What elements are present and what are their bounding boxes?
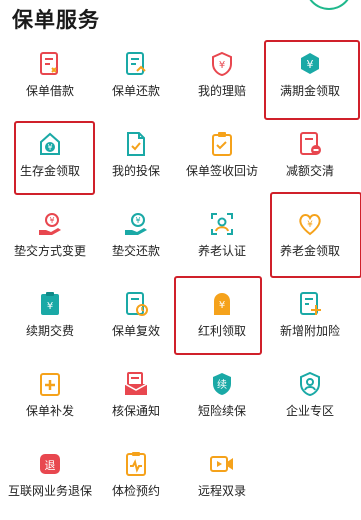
service-label: 核保通知 [111,404,160,418]
service-label: 垫交方式变更 [13,244,86,258]
service-dividend[interactable]: ¥ 红利领取 [178,280,266,360]
service-medical-exam[interactable]: 体检预约 [92,440,180,520]
reduced-paidup-icon [296,130,324,158]
svg-text:¥: ¥ [219,60,225,71]
add-rider-icon [296,290,324,318]
renewal-payment-icon: ¥ [36,290,64,318]
service-label: 互联网业务退保 [8,484,93,498]
svg-text:¥: ¥ [307,220,313,230]
service-label: 养老金领取 [279,244,340,258]
service-label: 续期交费 [25,324,74,338]
service-label: 养老认证 [197,244,246,258]
my-claims-icon: ¥ [208,50,236,78]
svg-text:续: 续 [217,378,227,391]
survival-benefit-icon: ¥ [36,130,64,158]
service-label: 我的理赔 [197,84,246,98]
service-label: 企业专区 [285,404,334,418]
internet-surrender-icon: 退 [36,450,64,478]
service-pension-auth[interactable]: 养老认证 [178,200,266,280]
service-underwriting-notice[interactable]: 核保通知 [92,360,180,440]
service-premium-loan-change[interactable]: ¥ 垫交方式变更 [6,200,94,280]
services-row-4: ¥ 续期交费 保单复效 ¥ 红利领取 新增附加险 [0,280,361,360]
service-survival-benefit[interactable]: ¥ 生存金领取 [6,120,94,200]
svg-text:¥: ¥ [307,58,314,71]
pension-benefit-icon: ¥ [296,210,324,238]
medical-exam-icon [122,450,150,478]
services-row-6: 退 互联网业务退保 体检预约 远程双录 [0,440,361,520]
services-row-5: 保单补发 核保通知 续 短险续保 企业专区 [0,360,361,440]
service-label: 保单借款 [25,84,74,98]
dividend-icon: ¥ [208,290,236,318]
short-term-renewal-icon: 续 [208,370,236,398]
service-enterprise-zone[interactable]: 企业专区 [266,360,354,440]
service-policy-repay[interactable]: 保单还款 [92,40,180,120]
svg-text:¥: ¥ [47,143,52,152]
policy-reissue-icon [36,370,64,398]
policy-loan-icon [36,50,64,78]
enterprise-zone-icon [296,370,324,398]
service-label: 减额交清 [285,164,334,178]
service-label: 体检预约 [111,484,160,498]
service-policy-loan[interactable]: 保单借款 [6,40,94,120]
service-internet-surrender[interactable]: 退 互联网业务退保 [6,440,94,520]
svg-text:¥: ¥ [49,216,54,225]
service-label: 我的投保 [111,164,160,178]
service-policy-reinstate[interactable]: 保单复效 [92,280,180,360]
svg-text:¥: ¥ [47,301,53,312]
svg-text:退: 退 [45,459,56,472]
services-row-3: ¥ 垫交方式变更 ¥ 垫交还款 养老认证 ¥ 养老金领取 [0,200,361,280]
service-premium-loan-repay[interactable]: ¥ 垫交还款 [92,200,180,280]
service-reduced-paidup[interactable]: 减额交清 [266,120,354,200]
svg-text:¥: ¥ [135,216,140,225]
service-my-application[interactable]: 我的投保 [92,120,180,200]
corner-decoration [305,0,353,10]
services-row-1: 保单借款 保单还款 ¥ 我的理赔 ¥ 满期金领取 [0,40,361,120]
maturity-benefit-icon: ¥ [296,50,324,78]
premium-loan-repay-icon: ¥ [122,210,150,238]
my-application-icon [122,130,150,158]
section-title: 保单服务 [12,8,100,32]
service-label: 短险续保 [197,404,246,418]
service-maturity-benefit[interactable]: ¥ 满期金领取 [266,40,354,120]
service-pension-benefit[interactable]: ¥ 养老金领取 [266,200,354,280]
service-label: 垫交还款 [111,244,160,258]
pension-auth-icon [208,210,236,238]
service-label: 远程双录 [197,484,246,498]
underwriting-notice-icon [122,370,150,398]
service-short-term-renewal[interactable]: 续 短险续保 [178,360,266,440]
service-policy-receipt[interactable]: 保单签收回访 [178,120,266,200]
service-label: 生存金领取 [19,164,80,178]
service-label: 保单还款 [111,84,160,98]
premium-loan-change-icon: ¥ [36,210,64,238]
service-label: 红利领取 [197,324,246,338]
policy-reinstate-icon [122,290,150,318]
service-renewal-payment[interactable]: ¥ 续期交费 [6,280,94,360]
svg-text:¥: ¥ [219,300,225,311]
policy-receipt-icon [208,130,236,158]
services-row-2: ¥ 生存金领取 我的投保 保单签收回访 减额交清 [0,120,361,200]
policy-repay-icon [122,50,150,78]
service-label: 保单复效 [111,324,160,338]
service-label: 保单补发 [25,404,74,418]
service-label: 保单签收回访 [185,164,258,178]
service-policy-reissue[interactable]: 保单补发 [6,360,94,440]
service-label: 满期金领取 [279,84,340,98]
service-remote-recording[interactable]: 远程双录 [178,440,266,520]
policy-services-page: 保单服务 保单借款 保单还款 ¥ 我的理赔 ¥ 满期金领取 ¥ 生存金领取 我的… [0,0,361,520]
service-my-claims[interactable]: ¥ 我的理赔 [178,40,266,120]
service-add-rider[interactable]: 新增附加险 [266,280,354,360]
remote-recording-icon [208,450,236,478]
service-label: 新增附加险 [279,324,340,338]
